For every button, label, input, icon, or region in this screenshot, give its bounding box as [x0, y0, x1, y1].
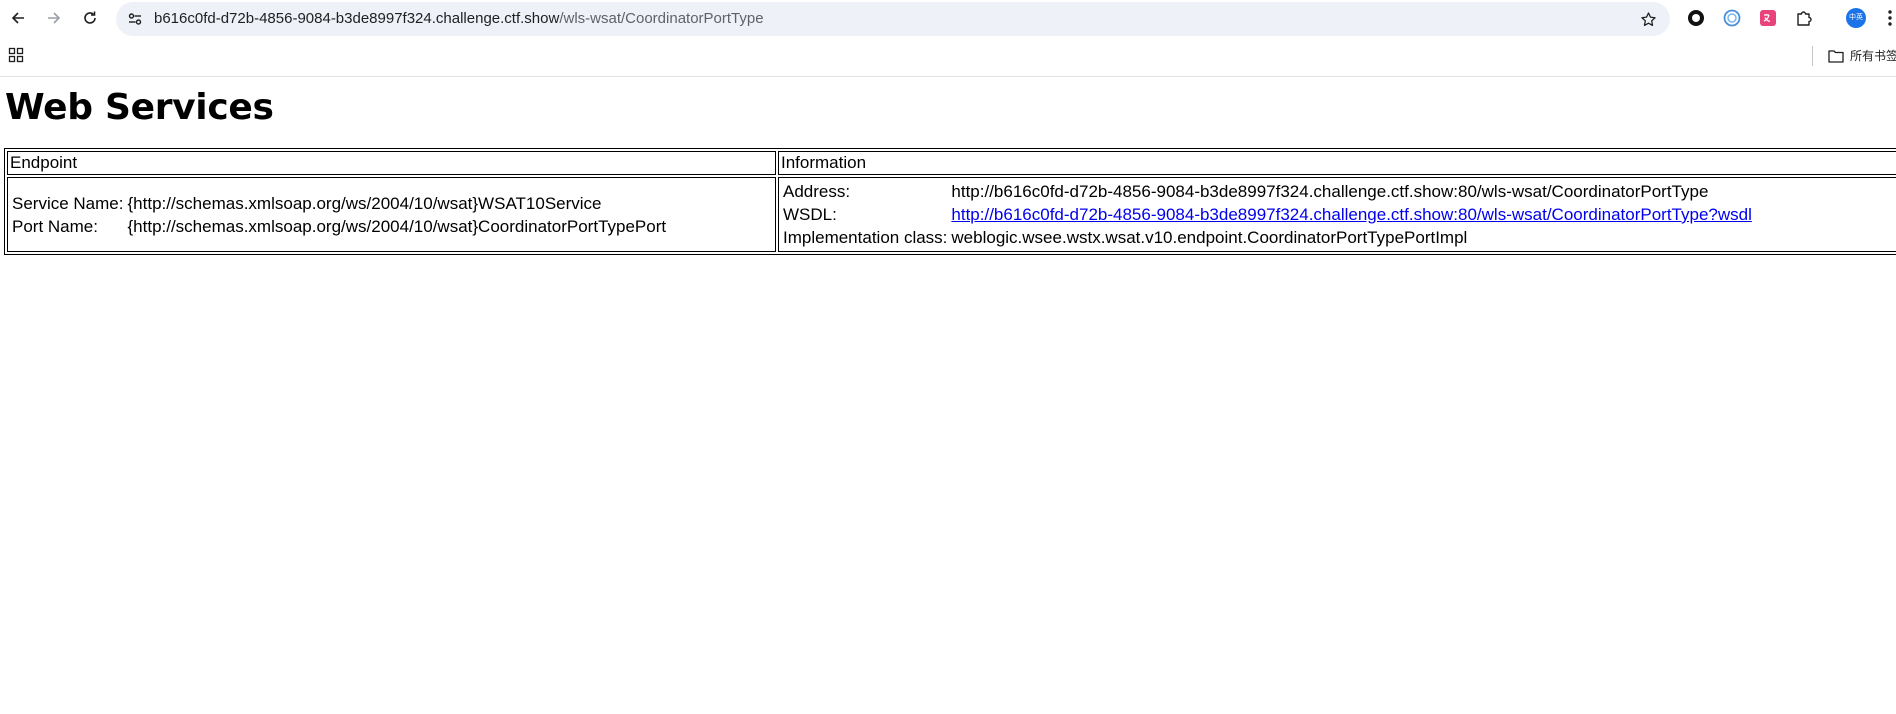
- table-header-row: Endpoint Information: [7, 151, 1896, 175]
- url-path: /wls-wsat/CoordinatorPortType: [559, 10, 764, 27]
- implementation-class-value: weblogic.wsee.wstx.wsat.v10.endpoint.Coo…: [951, 228, 1468, 247]
- url-host: b616c0fd-d72b-4856-9084-b3de8997f324.cha…: [154, 10, 560, 27]
- service-name-value: {http://schemas.xmlsoap.org/ws/2004/10/w…: [127, 193, 602, 213]
- web-services-table: Endpoint Information Service Name: {http…: [4, 148, 1896, 255]
- header-information: Information: [778, 151, 1896, 175]
- information-cell: Address: http://b616c0fd-d72b-4856-9084-…: [778, 177, 1896, 252]
- folder-icon: [1828, 49, 1844, 63]
- extension-button-1[interactable]: [1686, 8, 1706, 28]
- wsdl-label: WSDL:: [783, 205, 837, 224]
- apps-button[interactable]: [8, 47, 26, 65]
- url-text[interactable]: b616c0fd-d72b-4856-9084-b3de8997f324.cha…: [154, 10, 764, 28]
- port-name-label: Port Name:: [12, 216, 98, 236]
- ring-extension-icon: [1723, 9, 1741, 27]
- bookmarks-divider: [1812, 46, 1813, 66]
- reload-icon: [84, 11, 96, 24]
- menu-icon: [1888, 10, 1892, 26]
- extension-button-2[interactable]: [1722, 8, 1742, 28]
- forward-button[interactable]: [40, 4, 68, 32]
- page-title: Web Services: [5, 87, 274, 128]
- site-info-button[interactable]: [126, 10, 144, 28]
- star-icon: [1640, 11, 1656, 26]
- puzzle-icon: [1797, 11, 1812, 26]
- browser-menu-button[interactable]: [1880, 8, 1896, 28]
- extension-button-3[interactable]: [1758, 8, 1778, 28]
- translate-extension-icon: [1760, 10, 1776, 26]
- address-bar[interactable]: b616c0fd-d72b-4856-9084-b3de8997f324.cha…: [116, 2, 1670, 36]
- table-row: Service Name: {http://schemas.xmlsoap.or…: [7, 177, 1896, 252]
- profile-badge-label: 中英: [1849, 14, 1863, 21]
- service-name-label: Service Name:: [12, 193, 124, 213]
- port-name-value: {http://schemas.xmlsoap.org/ws/2004/10/w…: [127, 216, 667, 236]
- all-bookmarks-button[interactable]: 所有书签: [1828, 47, 1896, 64]
- page-content: Web Services Endpoint Information Servic…: [0, 77, 1896, 714]
- address-value: http://b616c0fd-d72b-4856-9084-b3de8997f…: [951, 182, 1709, 201]
- bookmarks-bar: 所有书签: [0, 37, 1896, 77]
- apps-icon: [8, 47, 24, 63]
- information-details: Address: http://b616c0fd-d72b-4856-9084-…: [780, 179, 1755, 250]
- profile-button[interactable]: 中英: [1846, 8, 1866, 28]
- back-button[interactable]: [4, 4, 32, 32]
- wsdl-link[interactable]: http://b616c0fd-d72b-4856-9084-b3de8997f…: [951, 205, 1751, 224]
- circle-extension-icon: [1688, 10, 1704, 26]
- reload-button[interactable]: [76, 4, 104, 32]
- browser-toolbar: b616c0fd-d72b-4856-9084-b3de8997f324.cha…: [0, 0, 1896, 37]
- endpoint-details: Service Name: {http://schemas.xmlsoap.or…: [9, 191, 669, 239]
- back-icon: [11, 12, 24, 24]
- all-bookmarks-label: 所有书签: [1850, 49, 1896, 63]
- endpoint-cell: Service Name: {http://schemas.xmlsoap.or…: [7, 177, 776, 252]
- address-label: Address:: [783, 182, 851, 201]
- site-info-icon: [128, 13, 142, 25]
- bookmark-star-button[interactable]: [1638, 9, 1658, 29]
- forward-icon: [48, 12, 61, 24]
- extensions-menu-button[interactable]: [1794, 8, 1814, 28]
- implementation-class-label: Implementation class:: [783, 228, 948, 247]
- header-endpoint: Endpoint: [7, 151, 776, 175]
